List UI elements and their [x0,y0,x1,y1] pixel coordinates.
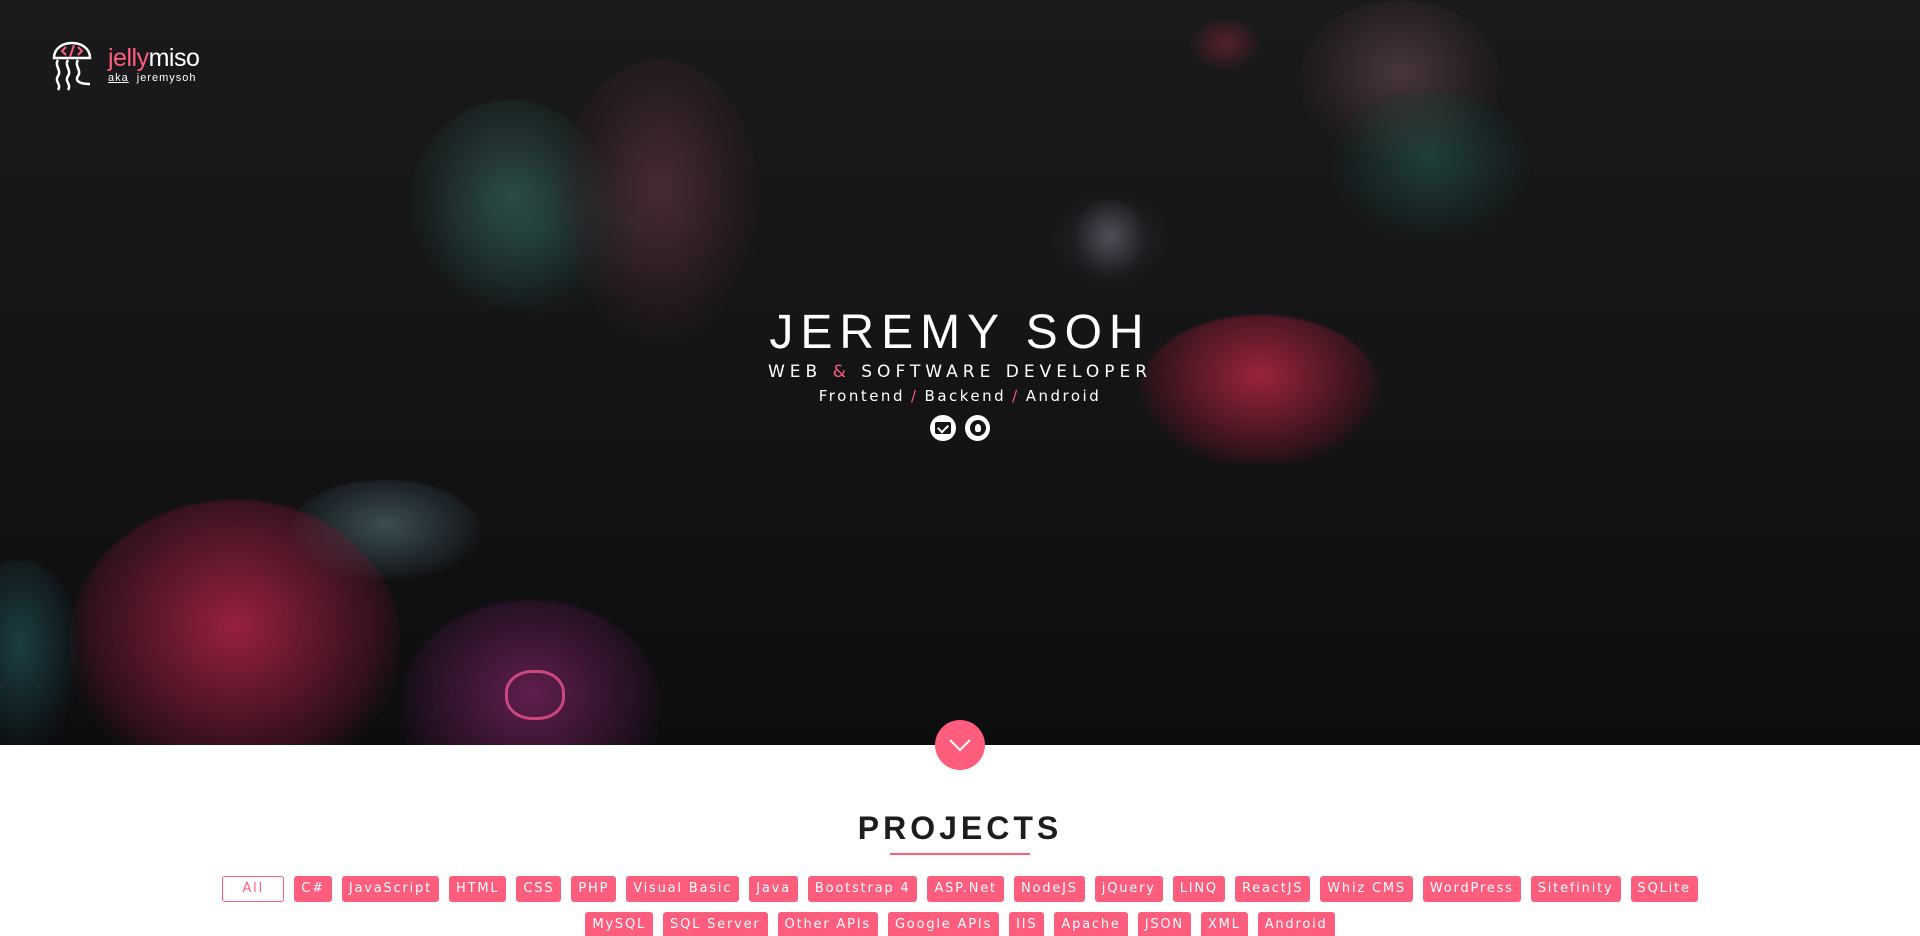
filter-tag-iis[interactable]: IIS [1009,912,1045,936]
filter-tag-html[interactable]: HTML [449,876,507,902]
filter-tag-other-apis[interactable]: Other APIs [777,912,878,936]
filter-tag-asp-net[interactable]: ASP.Net [927,876,1004,902]
logo-handle: jeremysoh [136,72,197,84]
filter-tag-php[interactable]: PHP [571,876,617,902]
stack-backend: Backend [924,387,1007,405]
stack-frontend: Frontend [818,387,905,405]
role-web: WEB [767,362,823,382]
jellyfish-logo-icon [52,41,92,91]
stack-separator: / [1012,387,1020,405]
hero-role: WEB & SOFTWARE DEVELOPER [0,362,1920,382]
filter-tag-whiz-cms[interactable]: Whiz CMS [1320,876,1413,902]
filter-tag-android[interactable]: Android [1257,912,1335,936]
filter-tag-xml[interactable]: XML [1200,912,1248,936]
filter-tag-json[interactable]: JSON [1137,912,1191,936]
filter-tag-mysql[interactable]: MySQL [585,912,654,936]
filter-tag-nodejs[interactable]: NodeJS [1013,876,1085,902]
filter-tag-jquery[interactable]: jQuery [1094,876,1163,902]
logo-brand-light: jelly [108,44,149,72]
role-software-developer: SOFTWARE DEVELOPER [861,362,1153,382]
stack-separator: / [910,387,919,405]
filter-tag-apache[interactable]: Apache [1054,912,1128,936]
filter-tag-visual-basic[interactable]: Visual Basic [626,876,740,902]
chevron-down-icon [949,739,971,752]
scroll-down-button[interactable] [935,720,985,770]
logo-brand-bold: miso [148,44,200,72]
filter-tag-java[interactable]: Java [749,876,798,902]
filter-tag-sitefinity[interactable]: Sitefinity [1530,876,1621,902]
role-ampersand: & [832,362,851,382]
jellyfish-image [505,670,565,720]
github-icon [969,420,986,436]
jellyfish-image [1330,90,1530,240]
filter-tag-linq[interactable]: LINQ [1172,876,1225,902]
filter-tag-javascript[interactable]: JavaScript [341,876,439,902]
social-links [930,415,990,441]
filter-tag-reactjs[interactable]: ReactJS [1234,876,1311,902]
jellyfish-image [560,60,760,340]
project-filters: All C# JavaScript HTML CSS PHP Visual Basic Jav… [0,876,1920,936]
jellyfish-image [1190,20,1260,70]
logo-subtitle: aka jeremysoh [108,72,197,84]
filter-tag-wordpress[interactable]: WordPress [1422,876,1521,902]
filter-tag-sql-server[interactable]: SQL Server [663,912,768,936]
github-link[interactable] [964,415,990,441]
jellyfish-image [0,560,80,745]
projects-title: PROJECTS [857,810,1063,846]
filter-tag-c[interactable]: C# [294,876,332,902]
title-underline [890,853,1030,855]
logo-aka: aka [108,72,129,84]
mail-link[interactable] [930,415,956,441]
filter-tag-bootstrap-4[interactable]: Bootstrap 4 [807,876,918,902]
filter-tag-google-apis[interactable]: Google APIs [887,912,1000,936]
site-logo[interactable]: jellymiso aka jeremysoh [48,28,218,94]
logo-wordmark: jellymiso [108,44,200,73]
jellyfish-image [1070,200,1150,280]
mail-icon [935,422,951,434]
hero-name: JEREMY SOH [769,306,1151,359]
filter-tag-all[interactable]: All [222,876,285,902]
hero-section: jellymiso aka jeremysoh JEREMY SOH WEB & … [0,0,1920,745]
filter-tag-css[interactable]: CSS [516,876,562,902]
hero-stack: Frontend / Backend / Android [0,387,1920,405]
filter-tag-sqlite[interactable]: SQLite [1630,876,1698,902]
stack-android: Android [1025,387,1102,405]
